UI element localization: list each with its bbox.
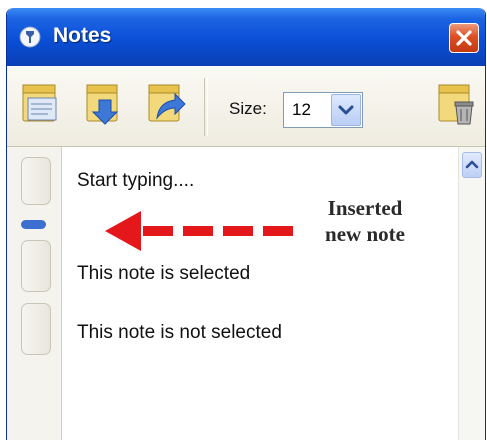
note-tab[interactable] bbox=[21, 240, 51, 292]
annotation-line-2: new note bbox=[325, 222, 405, 246]
notes-area: Start typing.... This note is selected T… bbox=[7, 147, 485, 440]
note-tabs-gutter bbox=[7, 147, 62, 440]
import-note-button[interactable] bbox=[85, 82, 125, 126]
note-text-new[interactable]: Start typing.... bbox=[77, 170, 194, 192]
export-note-icon bbox=[148, 84, 186, 122]
font-size-dropdown-button[interactable] bbox=[331, 94, 361, 126]
note-tab[interactable] bbox=[21, 157, 51, 205]
toolbar: Size: 12 bbox=[7, 66, 485, 147]
title-bar[interactable]: Notes bbox=[7, 8, 485, 66]
vertical-scrollbar[interactable] bbox=[458, 147, 485, 440]
new-note-icon bbox=[22, 84, 57, 122]
annotation-label: Inserted new note bbox=[303, 195, 427, 247]
window-title: Notes bbox=[53, 24, 112, 47]
size-label: Size: bbox=[229, 99, 267, 118]
chevron-down-icon bbox=[338, 105, 354, 115]
notes-window: Notes Size: 12 Start typing.... This not… bbox=[6, 8, 486, 440]
font-size-value: 12 bbox=[292, 100, 311, 119]
selection-marker bbox=[21, 220, 46, 229]
new-note-button[interactable] bbox=[21, 82, 61, 126]
scroll-up-button[interactable] bbox=[462, 152, 482, 178]
notes-app-icon bbox=[19, 26, 41, 48]
note-text-selected[interactable]: This note is selected bbox=[77, 263, 250, 285]
scroll-up-icon bbox=[465, 160, 479, 169]
delete-note-button[interactable] bbox=[437, 82, 477, 126]
annotation-line-1: Inserted bbox=[327, 196, 403, 220]
font-size-select[interactable]: 12 bbox=[283, 92, 363, 128]
import-note-icon bbox=[86, 84, 119, 125]
annotation-arrow bbox=[105, 211, 293, 251]
delete-note-icon bbox=[438, 84, 474, 125]
toolbar-separator bbox=[204, 78, 208, 136]
note-tab[interactable] bbox=[21, 303, 51, 355]
close-icon bbox=[456, 30, 472, 46]
note-text-unselected[interactable]: This note is not selected bbox=[77, 322, 282, 344]
close-button[interactable] bbox=[449, 23, 479, 53]
export-note-button[interactable] bbox=[147, 82, 187, 126]
